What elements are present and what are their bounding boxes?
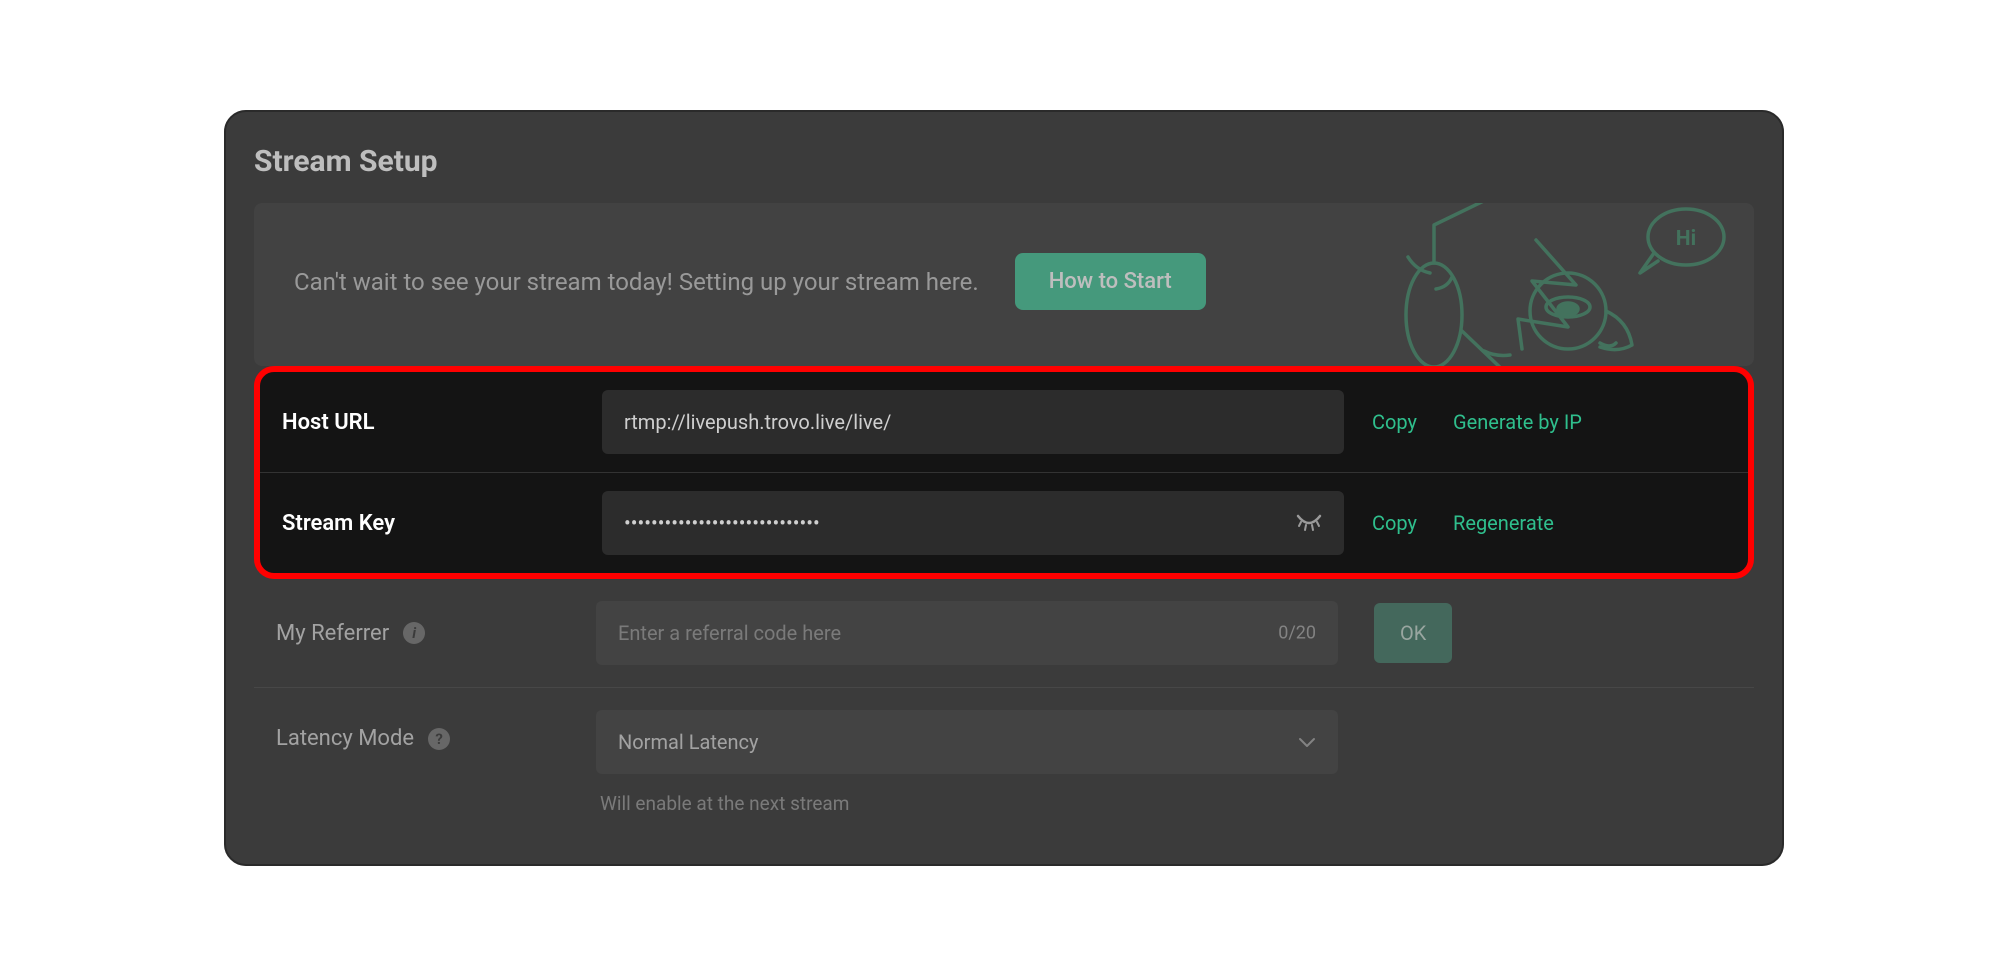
referrer-char-count: 0/20 (1278, 623, 1316, 644)
chevron-down-icon (1298, 736, 1316, 748)
stream-setup-panel: Stream Setup Can't wait to see your stre… (224, 110, 1784, 866)
eye-closed-icon[interactable] (1296, 514, 1322, 532)
stream-key-label-area: Stream Key (282, 511, 582, 536)
latency-label: Latency Mode (276, 726, 414, 751)
host-url-label: Host URL (282, 410, 375, 435)
latency-hint: Will enable at the next stream (596, 792, 1338, 815)
referrer-row: My Referrer i 0/20 OK (254, 579, 1754, 688)
how-to-start-button[interactable]: How to Start (1015, 253, 1206, 310)
host-url-value: rtmp://livepush.trovo.live/live/ (624, 410, 891, 434)
stream-key-copy-button[interactable]: Copy (1364, 511, 1425, 535)
latency-selected: Normal Latency (618, 730, 758, 754)
host-url-generate-button[interactable]: Generate by IP (1445, 410, 1590, 434)
stream-key-label: Stream Key (282, 511, 395, 536)
host-url-label-area: Host URL (282, 410, 582, 435)
latency-label-area: Latency Mode ? (276, 710, 576, 751)
help-icon[interactable]: ? (428, 728, 450, 750)
banner-text: Can't wait to see your stream today! Set… (294, 268, 979, 296)
host-url-copy-button[interactable]: Copy (1364, 410, 1425, 434)
latency-select[interactable]: Normal Latency (596, 710, 1338, 774)
highlighted-section: Host URL rtmp://livepush.trovo.live/live… (254, 366, 1754, 579)
latency-select-wrap: Normal Latency Will enable at the next s… (596, 710, 1338, 815)
mascot-illustration: Hi (1396, 203, 1736, 366)
latency-row: Latency Mode ? Normal Latency Will enabl… (254, 688, 1754, 829)
setup-banner: Can't wait to see your stream today! Set… (254, 203, 1754, 366)
stream-key-value: ••••••••••••••••••••••••••••• (624, 511, 820, 535)
mascot-bubble-text: Hi (1676, 227, 1696, 251)
referrer-label-area: My Referrer i (276, 621, 576, 646)
info-icon[interactable]: i (403, 622, 425, 644)
referrer-ok-button[interactable]: OK (1374, 603, 1452, 663)
stream-key-field[interactable]: ••••••••••••••••••••••••••••• (602, 491, 1344, 555)
stream-key-row: Stream Key •••••••••••••••••••••••••••••… (260, 472, 1748, 573)
page-title: Stream Setup (254, 144, 1754, 179)
referrer-input-wrap: 0/20 (596, 601, 1338, 665)
stream-key-regenerate-button[interactable]: Regenerate (1445, 511, 1562, 535)
referrer-label: My Referrer (276, 621, 389, 646)
host-url-row: Host URL rtmp://livepush.trovo.live/live… (260, 372, 1748, 472)
form-content: Host URL rtmp://livepush.trovo.live/live… (254, 366, 1754, 829)
host-url-field[interactable]: rtmp://livepush.trovo.live/live/ (602, 390, 1344, 454)
referrer-input[interactable] (596, 601, 1338, 665)
